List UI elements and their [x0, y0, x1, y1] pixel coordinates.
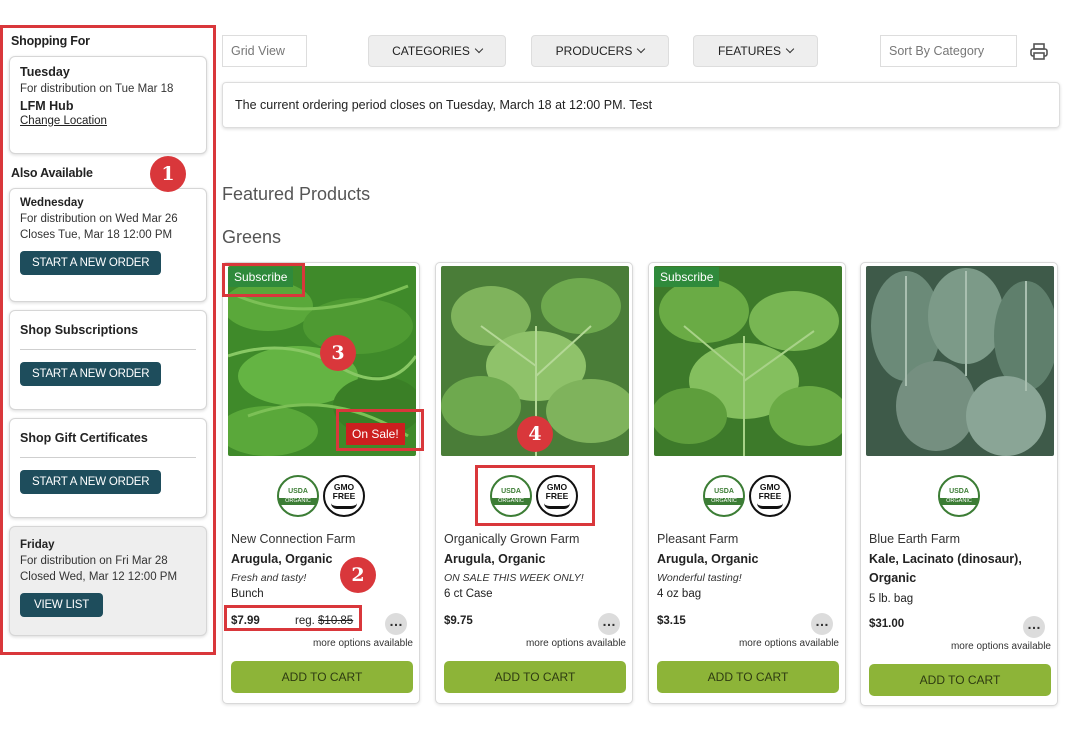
grid-view-toggle[interactable]: Grid View	[222, 35, 307, 67]
product-card[interactable]: USDA ORGANIC Blue Earth Farm Kale, Lacina…	[860, 262, 1058, 706]
add-to-cart-button[interactable]: ADD TO CART	[657, 661, 839, 693]
gmo-free-icon: GMO FREE	[323, 475, 365, 517]
on-sale-highlight-box	[336, 409, 424, 451]
gmo-free-icon: GMO FREE	[749, 475, 791, 517]
callout-1: 1	[150, 156, 186, 192]
add-to-cart-button[interactable]: ADD TO CART	[444, 661, 626, 693]
certification-badges: USDA ORGANIC	[861, 475, 1057, 517]
subscriptions-title: Shop Subscriptions	[20, 323, 139, 337]
featured-products-heading: Featured Products	[222, 184, 371, 204]
producers-label: PRODUCERS	[555, 44, 633, 58]
divider	[20, 349, 196, 350]
ordering-period-notice: The current ordering period closes on Tu…	[222, 82, 1060, 128]
view-list-button[interactable]: VIEW LIST	[20, 593, 104, 617]
certification-badges: USDA ORGANIC GMO FREE	[223, 475, 419, 517]
product-note: ON SALE THIS WEEK ONLY!	[444, 572, 584, 584]
product-note: Fresh and tasty!	[231, 572, 307, 584]
friday-distribution: For distribution on Fri Mar 28	[20, 555, 168, 567]
category-heading: Greens	[222, 227, 282, 247]
more-options-icon[interactable]: …	[811, 613, 833, 635]
product-unit: 5 lb. bag	[869, 593, 914, 605]
sort-select[interactable]: Sort By Category	[880, 35, 1017, 67]
categories-dropdown[interactable]: CATEGORIES	[368, 35, 506, 67]
wednesday-market-card: Wednesday For distribution on Wed Mar 26…	[9, 188, 207, 302]
product-name[interactable]: Arugula, Organic	[231, 550, 416, 569]
callout-3: 3	[320, 335, 356, 371]
printer-icon[interactable]	[1030, 43, 1048, 60]
product-unit: 4 oz bag	[657, 588, 702, 600]
gift-title: Shop Gift Certificates	[20, 431, 148, 445]
current-distribution: For distribution on Tue Mar 18	[20, 83, 174, 95]
subscriptions-card: Shop Subscriptions START A NEW ORDER	[9, 310, 207, 410]
current-market-card: Tuesday For distribution on Tue Mar 18 L…	[9, 56, 207, 154]
chevron-down-icon	[637, 44, 646, 54]
features-dropdown[interactable]: FEATURES	[693, 35, 818, 67]
farm-name[interactable]: Blue Earth Farm	[869, 532, 960, 546]
usda-organic-icon: USDA ORGANIC	[703, 475, 745, 517]
product-price: $3.15	[657, 615, 686, 627]
wednesday-day: Wednesday	[20, 197, 84, 209]
shopping-sidebar: Shopping For Tuesday For distribution on…	[0, 25, 216, 655]
product-unit: 6 ct Case	[444, 588, 493, 600]
product-card[interactable]: Subscribe On Sale! USDA ORGANIC GMO FREE N…	[222, 262, 420, 704]
subscribe-highlight-box	[222, 263, 305, 297]
product-price: $9.75	[444, 615, 473, 627]
wednesday-start-order-button[interactable]: START A NEW ORDER	[20, 251, 162, 275]
more-options-text[interactable]: more options available	[313, 638, 413, 649]
usda-organic-icon: USDA ORGANIC	[938, 475, 980, 517]
change-location-link[interactable]: Change Location	[20, 115, 196, 127]
gift-start-order-button[interactable]: START A NEW ORDER	[20, 470, 162, 494]
farm-name[interactable]: Pleasant Farm	[657, 532, 738, 546]
product-image[interactable]	[866, 266, 1054, 456]
wednesday-distribution: For distribution on Wed Mar 26	[20, 213, 178, 225]
usda-organic-icon: USDA ORGANIC	[277, 475, 319, 517]
friday-closed: Closed Wed, Mar 12 12:00 PM	[20, 571, 178, 583]
product-image[interactable]	[654, 266, 842, 456]
certification-badges: USDA ORGANIC GMO FREE	[649, 475, 845, 517]
friday-day: Friday	[20, 539, 55, 551]
product-note: Wonderful tasting!	[657, 572, 742, 584]
gift-certificates-card: Shop Gift Certificates START A NEW ORDER	[9, 418, 207, 518]
chevron-down-icon	[785, 44, 795, 54]
shopping-for-heading: Shopping For	[11, 34, 90, 48]
more-options-icon[interactable]: …	[598, 613, 620, 635]
subscriptions-start-order-button[interactable]: START A NEW ORDER	[20, 362, 162, 386]
product-name[interactable]: Kale, Lacinato (dinosaur), Organic	[869, 550, 1054, 588]
callout-2: 2	[340, 557, 376, 593]
chevron-down-icon	[474, 44, 484, 54]
product-card[interactable]: Subscribe USDA ORGANIC GMO FREE Pleasant F…	[648, 262, 846, 704]
price-highlight-box	[224, 605, 362, 631]
wednesday-closes: Closes Tue, Mar 18 12:00 PM	[20, 229, 173, 241]
more-options-icon[interactable]: …	[1023, 616, 1045, 638]
divider	[20, 457, 196, 458]
more-options-text[interactable]: more options available	[526, 638, 626, 649]
more-options-text[interactable]: more options available	[951, 641, 1051, 652]
farm-name[interactable]: New Connection Farm	[231, 532, 355, 546]
categories-label: CATEGORIES	[392, 44, 470, 58]
more-options-text[interactable]: more options available	[739, 638, 839, 649]
product-name[interactable]: Arugula, Organic	[657, 550, 842, 569]
features-label: FEATURES	[717, 44, 782, 58]
product-unit: Bunch	[231, 588, 264, 600]
add-to-cart-button[interactable]: ADD TO CART	[231, 661, 413, 693]
producers-dropdown[interactable]: PRODUCERS	[531, 35, 669, 67]
badges-highlight-box	[475, 465, 595, 526]
subscribe-badge: Subscribe	[654, 267, 720, 287]
current-day: Tuesday	[20, 65, 70, 79]
callout-4: 4	[517, 416, 553, 452]
friday-market-card: Friday For distribution on Fri Mar 28 Cl…	[9, 526, 207, 636]
current-hub: LFM Hub	[20, 99, 74, 113]
product-name[interactable]: Arugula, Organic	[444, 550, 629, 569]
add-to-cart-button[interactable]: ADD TO CART	[869, 664, 1051, 696]
more-options-icon[interactable]: …	[385, 613, 407, 635]
farm-name[interactable]: Organically Grown Farm	[444, 532, 579, 546]
product-price: $31.00	[869, 618, 905, 630]
